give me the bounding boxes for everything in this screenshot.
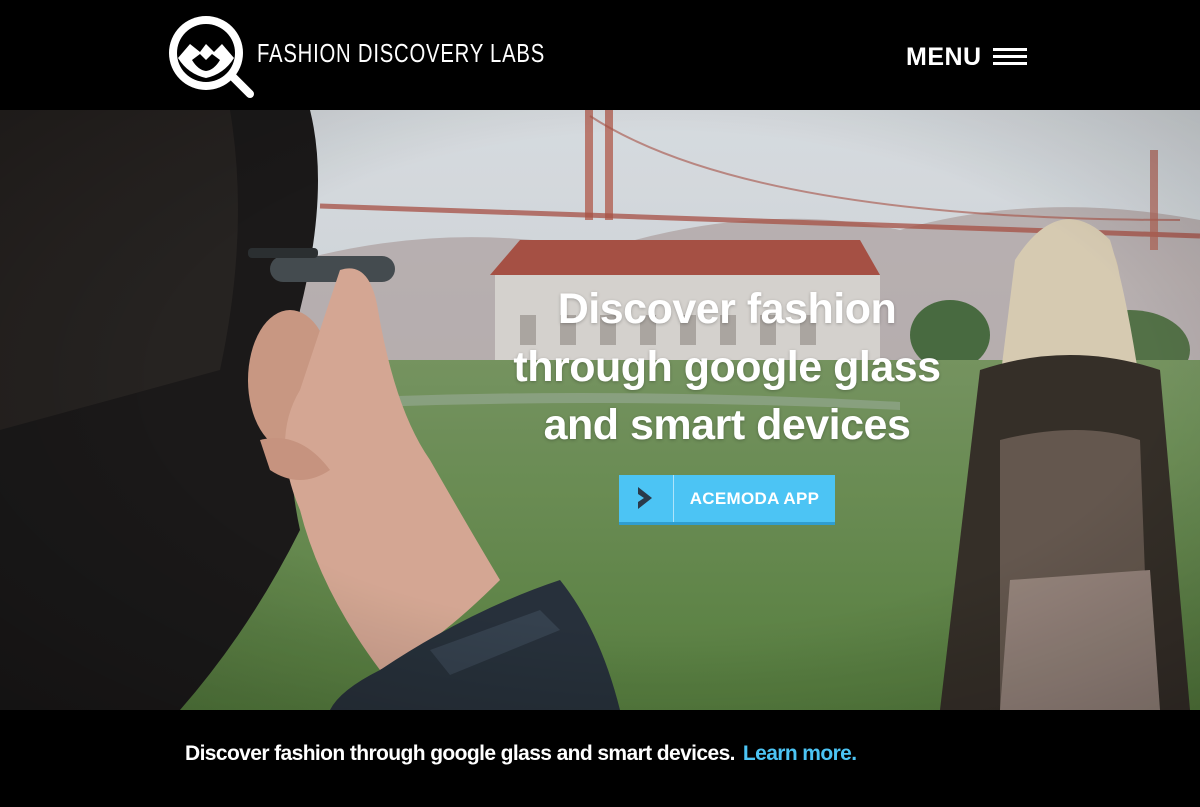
chevron-right-icon xyxy=(619,475,674,522)
acemoda-app-label: ACEMODA APP xyxy=(689,489,820,508)
acemoda-app-button[interactable]: ACEMODA APP xyxy=(619,475,835,522)
menu-label: MENU xyxy=(906,42,982,71)
menu-button[interactable]: MENU xyxy=(906,40,1027,74)
learn-more-link[interactable]: Learn more. xyxy=(743,742,857,765)
hero-headline: Discover fashion through google glass an… xyxy=(500,280,954,454)
hero-headline-line-2: through google glass xyxy=(513,343,941,391)
footer-line: Discover fashion through google glass an… xyxy=(185,742,857,766)
logo-icon[interactable] xyxy=(164,14,256,98)
hamburger-icon xyxy=(992,48,1027,66)
hero-headline-line-1: Discover fashion xyxy=(557,285,897,333)
hero-section: Discover fashion through google glass an… xyxy=(0,110,1200,710)
footer-bar: Discover fashion through google glass an… xyxy=(0,710,1200,807)
site-header: FASHION DISCOVERY LABS MENU xyxy=(0,0,1200,110)
brand-name[interactable]: FASHION DISCOVERY LABS xyxy=(257,38,545,69)
footer-tagline: Discover fashion through google glass an… xyxy=(185,742,735,765)
hero-headline-line-3: and smart devices xyxy=(543,401,911,449)
